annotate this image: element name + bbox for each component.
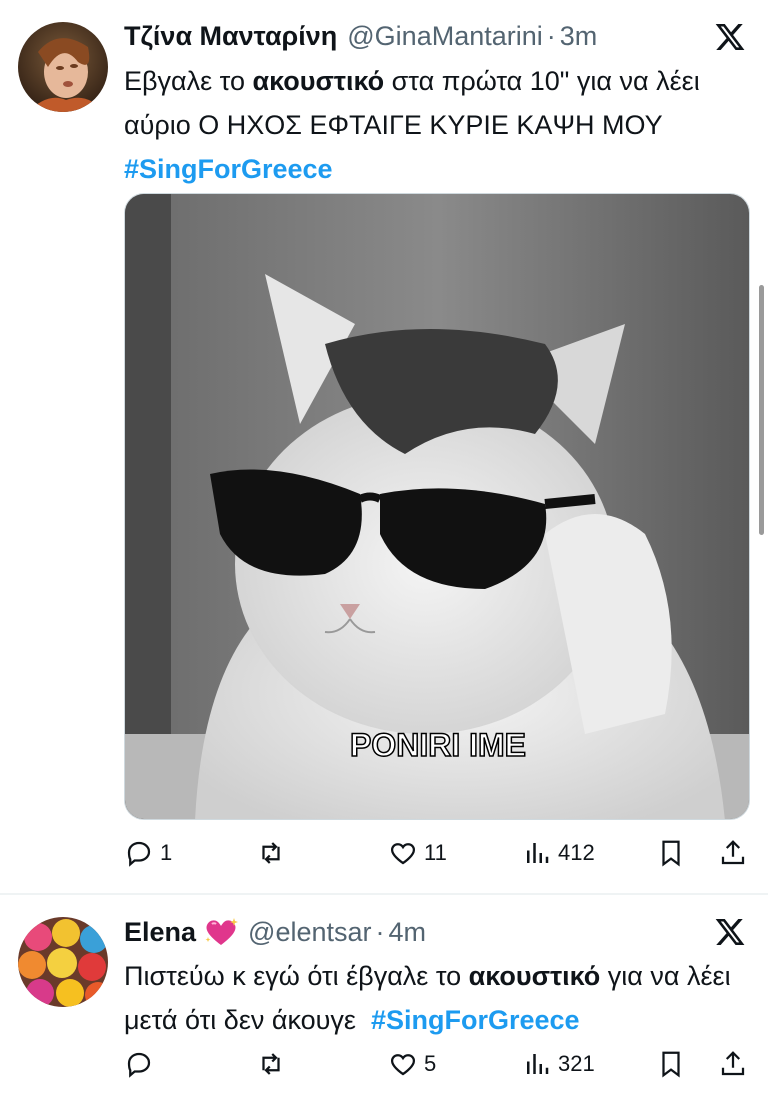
retweet-button[interactable] [256,1044,286,1084]
views-count: 412 [558,840,595,865]
hashtag-link[interactable]: #SingForGreece [371,1005,580,1035]
tweet[interactable]: Elena @elentsar · 4m Πιστεύω κ εγώ ότι έ… [0,895,768,1103]
retweet-button[interactable] [256,833,286,873]
tweet-actions: 5 321 [124,1044,750,1084]
share-icon [721,1051,745,1076]
like-count: 11 [424,840,447,865]
text-bold: ακουστικό [252,66,385,96]
author-handle[interactable]: @elentsar [248,917,371,948]
separator: · [546,20,556,51]
views-button[interactable]: 321 [522,1044,595,1084]
reply-button[interactable] [124,1044,154,1084]
text-segment: Πιστεύω κ εγώ ότι έβγαλε το [124,961,469,991]
bookmark-icon [662,1051,680,1078]
bookmark-button[interactable] [656,1044,686,1084]
like-button[interactable]: 11 [388,833,447,873]
reply-icon [127,841,151,867]
tweet-header: Τζίνα Μανταρίνη @GinaMantarini · 3m [124,16,698,56]
author-name[interactable]: Τζίνα Μανταρίνη [124,21,337,52]
tweet-media-image[interactable]: PONIRI IME [124,193,750,820]
reply-count: 1 [160,840,173,865]
share-button[interactable] [718,833,748,873]
separator: · [375,916,385,947]
views-icon [527,1054,549,1074]
retweet-icon [262,842,280,864]
x-logo-icon [715,919,745,945]
share-button[interactable] [718,1044,748,1084]
views-button[interactable]: 412 [522,833,595,873]
reply-button[interactable]: 1 [124,833,172,873]
like-icon [390,1054,416,1076]
views-count: 321 [558,1051,595,1076]
tweet-header: Elena @elentsar · 4m [124,912,698,952]
views-icon [527,843,549,863]
author-handle[interactable]: @GinaMantarini [347,21,543,52]
like-icon [390,843,416,865]
tweet[interactable]: Τζίνα Μανταρίνη @GinaMantarini · 3m Εβγα… [0,0,768,893]
retweet-icon [262,1053,280,1075]
scrollbar[interactable] [759,285,764,535]
share-icon [721,840,745,865]
like-count: 5 [424,1051,437,1076]
bookmark-button[interactable] [656,833,686,873]
x-logo-icon [715,24,745,50]
sparkling-heart-icon [204,917,239,947]
timestamp[interactable]: 4m [389,917,427,948]
text-bold: ακουστικό [468,961,601,991]
tweet-text: Εβγαλε το ακουστικό στα πρώτα 10" για να… [124,59,750,191]
text-segment: Εβγαλε το [124,66,253,96]
avatar[interactable] [18,22,108,112]
timestamp[interactable]: 3m [560,21,598,52]
media-caption: PONIRI IME [350,727,526,763]
author-name[interactable]: Elena [124,917,196,948]
reply-icon [127,1052,151,1078]
tweet-actions: 1 11 412 [124,833,750,873]
tweet-text: Πιστεύω κ εγώ ότι έβγαλε το ακουστικό γι… [124,954,750,1042]
hashtag-link[interactable]: #SingForGreece [124,154,333,184]
like-button[interactable]: 5 [388,1044,436,1084]
avatar[interactable] [18,917,108,1007]
bookmark-icon [662,840,680,867]
